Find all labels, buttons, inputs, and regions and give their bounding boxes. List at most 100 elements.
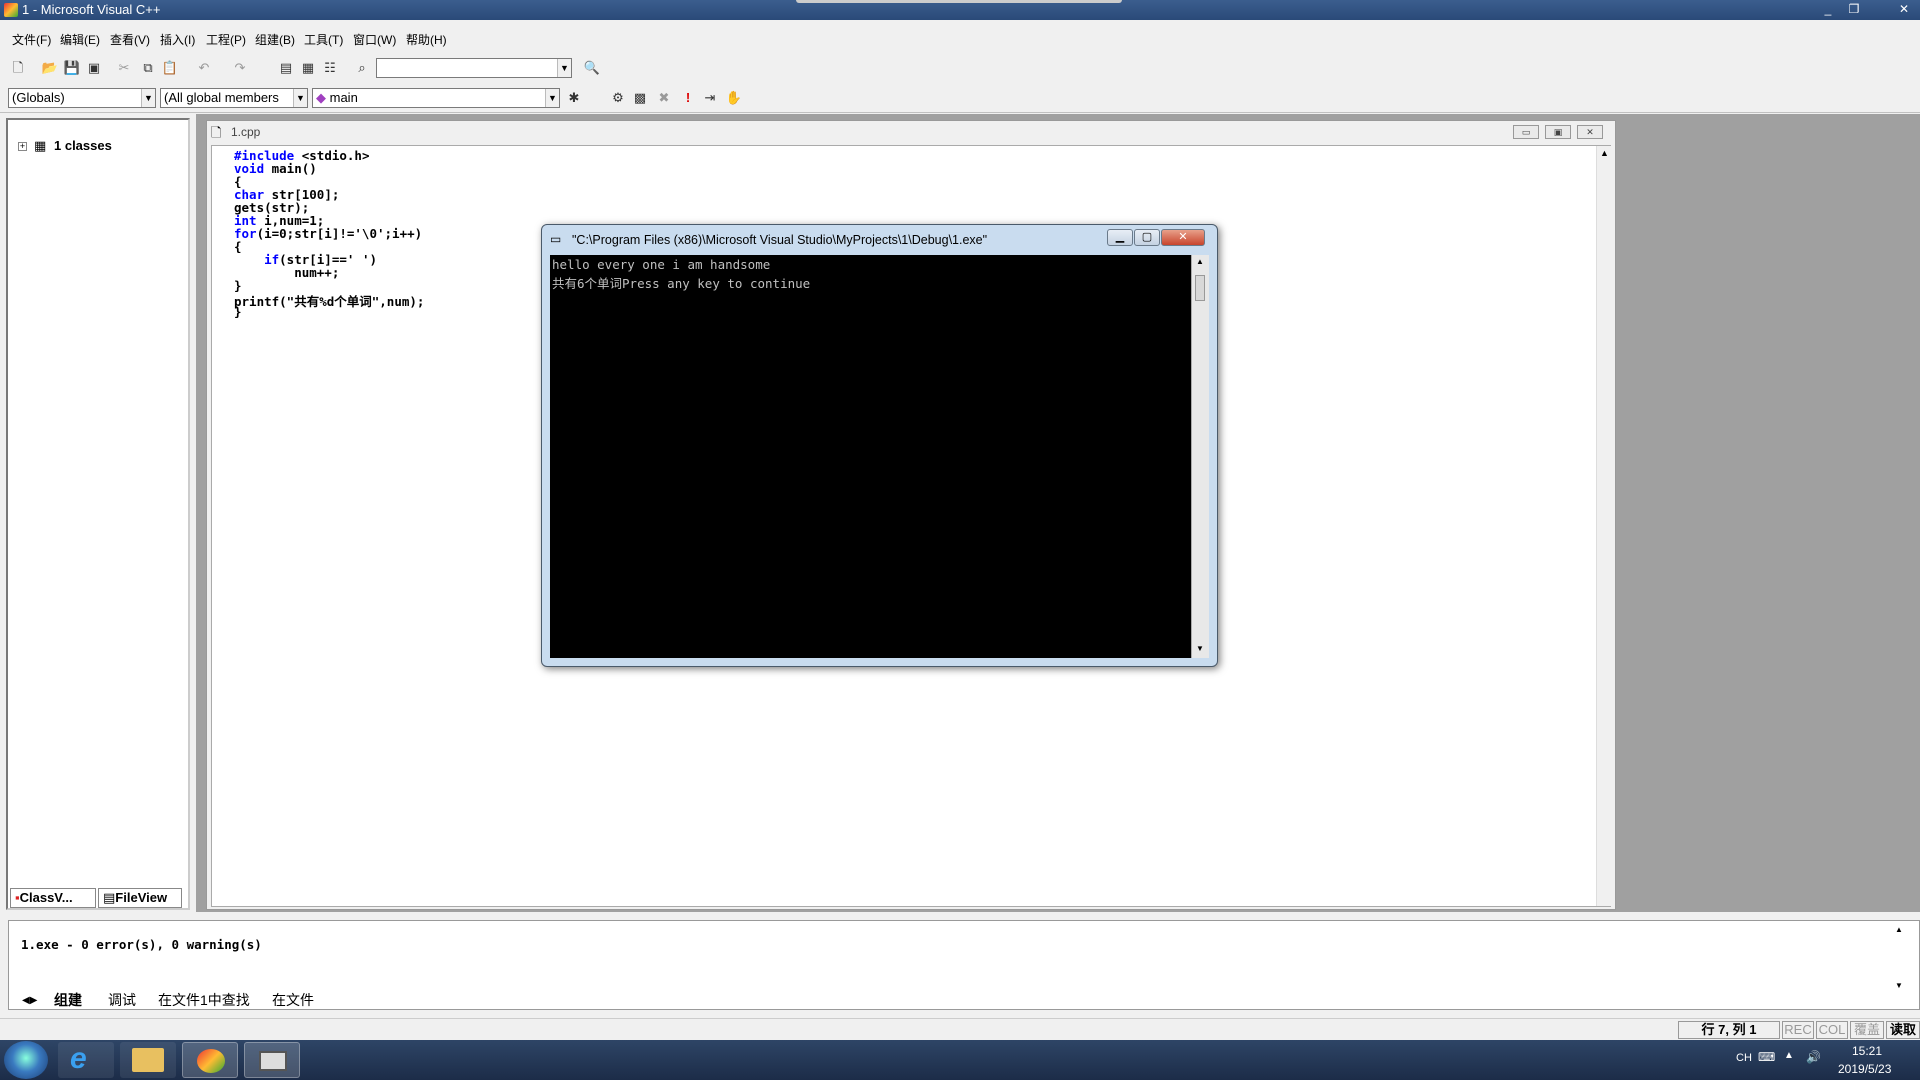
desktop-tab-indicator bbox=[796, 0, 1122, 3]
redo-icon[interactable]: ↷ bbox=[230, 58, 250, 78]
menu-tools[interactable]: 工具(T) bbox=[304, 31, 343, 48]
tab-fileview[interactable]: ▤FileView bbox=[98, 888, 182, 908]
ie-icon: e bbox=[70, 1042, 87, 1075]
overwrite-indicator: 覆盖 bbox=[1850, 1021, 1884, 1039]
save-all-icon[interactable]: ▣ bbox=[84, 58, 104, 78]
tab-build[interactable]: 组建 bbox=[54, 992, 82, 1010]
menu-window[interactable]: 窗口(W) bbox=[353, 31, 396, 48]
tree-root-label[interactable]: 1 classes bbox=[54, 138, 112, 153]
find-in-files-icon[interactable]: ⌕ bbox=[352, 58, 372, 78]
tab-debug[interactable]: 调试 bbox=[108, 992, 136, 1010]
workspace-panel: + ▦ 1 classes bbox=[6, 118, 190, 910]
readonly-indicator: 读取 bbox=[1886, 1021, 1920, 1039]
undo-icon[interactable]: ↶ bbox=[194, 58, 214, 78]
menu-bar: 文件(F) 编辑(E) 查看(V) 插入(I) 工程(P) 组建(B) 工具(T… bbox=[0, 28, 1920, 50]
menu-view[interactable]: 查看(V) bbox=[110, 31, 150, 48]
output-tabs: ◀▶ 组建 调试 在文件1中查找 在文件 bbox=[20, 992, 420, 1010]
code-text: } bbox=[234, 304, 242, 319]
menu-project[interactable]: 工程(P) bbox=[206, 31, 246, 48]
console-screen[interactable]: hello every one i am handsome 共有6个单词Pres… bbox=[550, 255, 1191, 658]
col-indicator: COL bbox=[1816, 1021, 1848, 1039]
menu-build[interactable]: 组建(B) bbox=[255, 31, 295, 48]
tab-classview[interactable]: ▪ClassV... bbox=[10, 888, 96, 908]
code-text: printf("共有%d个单词",num); bbox=[234, 294, 425, 309]
scroll-down-icon[interactable]: ▼ bbox=[1196, 644, 1204, 653]
fileview-icon: ▤ bbox=[103, 890, 116, 905]
status-bar: 行 7, 列 1 REC COL 覆盖 读取 bbox=[0, 1018, 1920, 1040]
wizard-bar: (Globals) ▼ (All global members ▼ ◆ main… bbox=[0, 86, 760, 112]
volume-icon[interactable]: 🔊 bbox=[1806, 1050, 1821, 1064]
wizard-action-icon[interactable]: ✱ bbox=[564, 88, 584, 108]
console-maximize-button[interactable]: ▢ bbox=[1134, 229, 1160, 246]
execute-icon[interactable]: ! bbox=[678, 88, 698, 108]
build-icon[interactable]: ▩ bbox=[630, 88, 650, 108]
workspace-icon[interactable]: ▤ bbox=[276, 58, 296, 78]
clock-time[interactable]: 15:21 bbox=[1852, 1044, 1882, 1058]
editor-close-button[interactable]: ✕ bbox=[1577, 125, 1603, 139]
scope-combo[interactable]: (Globals) ▼ bbox=[8, 88, 156, 108]
scroll-thumb[interactable] bbox=[1195, 275, 1205, 301]
menu-insert[interactable]: 插入(I) bbox=[160, 31, 195, 48]
copy-icon[interactable]: ⧉ bbox=[138, 58, 158, 78]
breakpoint-hand-icon[interactable]: ✋ bbox=[724, 88, 744, 108]
console-minimize-button[interactable]: ▁ bbox=[1107, 229, 1133, 246]
chevron-down-icon[interactable]: ▼ bbox=[557, 59, 571, 77]
tab-find-in-files-2[interactable]: 在文件 bbox=[272, 992, 314, 1010]
start-button[interactable] bbox=[4, 1041, 48, 1079]
code-line: void main() bbox=[234, 161, 317, 176]
members-combo-value: (All global members bbox=[164, 90, 279, 105]
window-list-icon[interactable]: ☷ bbox=[320, 58, 340, 78]
tab-find-in-files-1[interactable]: 在文件1中查找 bbox=[158, 992, 250, 1010]
console-window[interactable]: ▭ "C:\Program Files (x86)\Microsoft Visu… bbox=[541, 224, 1218, 667]
open-folder-icon[interactable]: 📂 bbox=[40, 58, 60, 78]
menu-edit[interactable]: 编辑(E) bbox=[60, 31, 100, 48]
taskbar-ie[interactable]: e bbox=[58, 1042, 114, 1078]
editor-title-bar[interactable]: 🗋 1.cpp ▭ ▣ ✕ bbox=[207, 121, 1615, 143]
stop-build-icon[interactable]: ✖ bbox=[654, 88, 674, 108]
find-combo[interactable]: ▼ bbox=[376, 58, 572, 78]
cut-icon[interactable]: ✂ bbox=[114, 58, 134, 78]
taskbar-console[interactable] bbox=[244, 1042, 300, 1078]
tab-scroll-left-icon[interactable]: ◀▶ bbox=[22, 992, 37, 1010]
scroll-up-icon[interactable]: ▲ bbox=[1895, 925, 1903, 934]
save-icon[interactable]: 💾 bbox=[62, 58, 82, 78]
members-combo[interactable]: (All global members ▼ bbox=[160, 88, 308, 108]
scroll-down-icon[interactable]: ▼ bbox=[1895, 981, 1903, 990]
menu-file[interactable]: 文件(F) bbox=[12, 31, 51, 48]
menu-help[interactable]: 帮助(H) bbox=[406, 31, 447, 48]
console-close-button[interactable]: ✕ bbox=[1161, 229, 1205, 246]
compile-icon[interactable]: ⚙ bbox=[608, 88, 628, 108]
tree-expand-icon[interactable]: + bbox=[18, 142, 27, 151]
taskbar-visual-cpp[interactable] bbox=[182, 1042, 238, 1078]
close-button[interactable]: ✕ bbox=[1893, 2, 1915, 18]
code-line: printf("共有%d个单词",num); bbox=[234, 291, 424, 310]
go-icon[interactable]: ⇥ bbox=[700, 88, 720, 108]
editor-vertical-scrollbar[interactable]: ▲ bbox=[1596, 146, 1612, 906]
taskbar-explorer[interactable] bbox=[120, 1042, 176, 1078]
chevron-down-icon[interactable]: ▼ bbox=[545, 89, 559, 107]
chevron-down-icon[interactable]: ▼ bbox=[293, 89, 307, 107]
console-icon bbox=[259, 1051, 287, 1071]
output-window-icon[interactable]: ▦ bbox=[298, 58, 318, 78]
editor-filename: 1.cpp bbox=[231, 125, 261, 139]
app-icon bbox=[4, 3, 18, 17]
taskbar: e CH ⌨ ▲ 🔊 15:21 2019/5/23 bbox=[0, 1040, 1920, 1080]
title-bar[interactable]: 1 - Microsoft Visual C++ _ ❐ ✕ bbox=[0, 0, 1920, 20]
paste-icon[interactable]: 📋 bbox=[160, 58, 180, 78]
tray-expand-icon[interactable]: ▲ bbox=[1784, 1050, 1794, 1061]
scroll-up-icon[interactable]: ▲ bbox=[1600, 148, 1609, 158]
keyboard-icon[interactable]: ⌨ bbox=[1758, 1050, 1775, 1064]
language-indicator[interactable]: CH bbox=[1736, 1052, 1752, 1064]
restore-button[interactable]: ❐ bbox=[1843, 2, 1865, 18]
function-combo[interactable]: ◆ main ▼ bbox=[312, 88, 560, 108]
find-icon[interactable]: 🔍 bbox=[582, 58, 602, 78]
clock-date[interactable]: 2019/5/23 bbox=[1838, 1062, 1891, 1076]
editor-minimize-button[interactable]: ▭ bbox=[1513, 125, 1539, 139]
output-gripper bbox=[0, 922, 8, 1010]
editor-maximize-button[interactable]: ▣ bbox=[1545, 125, 1571, 139]
chevron-down-icon[interactable]: ▼ bbox=[141, 89, 155, 107]
new-file-icon[interactable]: 🗋 bbox=[8, 58, 28, 78]
console-vertical-scrollbar[interactable]: ▲ ▼ bbox=[1191, 255, 1209, 658]
minimize-button[interactable]: _ bbox=[1817, 2, 1839, 18]
scroll-up-icon[interactable]: ▲ bbox=[1196, 257, 1204, 266]
